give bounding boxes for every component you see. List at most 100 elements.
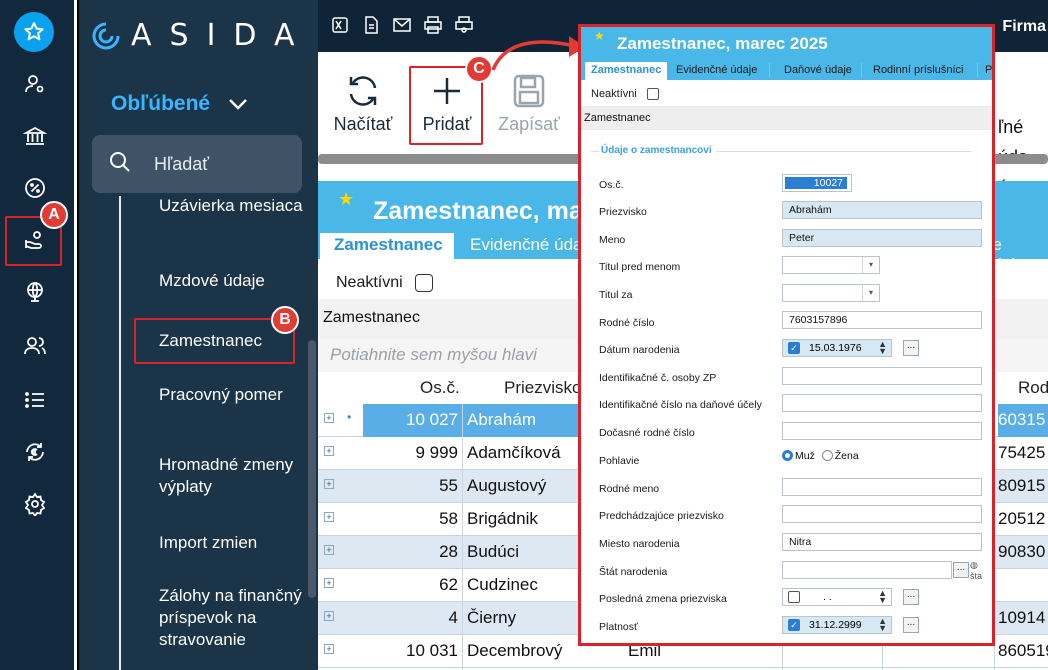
euro-cycle-icon[interactable] <box>13 434 57 470</box>
last-change-checkbox[interactable] <box>788 591 800 603</box>
cell-rc: 20512 <box>998 509 1046 528</box>
cell-osc: 28 <box>439 542 458 561</box>
validity-value: 31.12.2999 <box>809 619 862 631</box>
birth-state-picker-button[interactable]: ... <box>953 562 969 578</box>
document-icon[interactable] <box>361 15 381 35</box>
validity-checkbox[interactable]: ✓ <box>788 619 800 631</box>
chevron-down-icon <box>228 94 248 115</box>
cell-osc: 62 <box>439 575 458 594</box>
dialog-inactive-label: Neaktívni <box>591 88 637 100</box>
dialog-tab-partial[interactable]: P <box>985 64 992 76</box>
list-icon[interactable] <box>13 382 57 418</box>
dialog-inactive-filter[interactable]: Neaktívni <box>591 88 659 100</box>
print-preview-icon[interactable] <box>454 15 474 35</box>
menu-item-import-zmien[interactable]: Import zmien <box>159 532 309 554</box>
star-icon[interactable]: ★ <box>338 189 354 210</box>
globe-icon[interactable] <box>13 274 57 310</box>
favorites-label: Obľúbené <box>111 92 211 115</box>
col-header-osc[interactable]: Os.č. <box>420 378 460 398</box>
spinner-icon[interactable]: ▲ ▼ <box>878 340 887 356</box>
name-field[interactable]: Peter <box>782 229 982 247</box>
spinner-icon[interactable]: ▲ ▼ <box>878 617 887 633</box>
chevron-down-icon: ▾ <box>862 257 879 273</box>
birth-place-field[interactable]: Nitra <box>782 533 982 551</box>
label-birth-date: Dátum narodenia <box>599 344 680 356</box>
title-after-select[interactable]: ▾ <box>782 284 880 302</box>
label-birth-place: Miesto narodenia <box>599 538 680 550</box>
refresh-button[interactable]: Načítať <box>323 74 403 135</box>
tax-id-field[interactable] <box>782 394 982 412</box>
nav-scrollbar[interactable] <box>308 340 316 598</box>
last-change-picker-button[interactable]: ... <box>903 589 919 605</box>
dialog-section-label: Údaje o zamestnancovi <box>601 145 712 156</box>
dialog-tab-danove[interactable]: Daňové údaje <box>784 64 852 76</box>
dialog-tab-zamestnanec[interactable]: Zamestnanec <box>585 62 668 80</box>
dialog-inactive-checkbox[interactable] <box>646 88 659 100</box>
rc-field[interactable]: 7603157896 <box>782 311 982 329</box>
inactive-label: Neaktívni <box>336 274 403 291</box>
menu-item-uzavierka[interactable]: Uzávierka mesiaca <box>159 195 309 217</box>
mail-icon[interactable] <box>392 15 412 35</box>
cell-surname: Cudzinec <box>467 575 538 594</box>
gear-icon[interactable] <box>13 486 57 522</box>
label-birth-state: Štát narodenia <box>599 566 668 578</box>
excel-icon[interactable] <box>330 15 350 35</box>
birth-date-picker-button[interactable]: ... <box>903 340 919 356</box>
employee-dialog: ★ Zamestnanec, marec 2025 Zamestnanec Ev… <box>578 24 995 646</box>
title-before-select[interactable]: ▾ <box>782 256 880 274</box>
cell-surname: Augustový <box>467 476 547 495</box>
prev-surname-field[interactable] <box>782 505 982 523</box>
tab-zamestnanec[interactable]: Zamestnanec <box>320 233 454 259</box>
surname-field[interactable]: Abrahám <box>782 201 982 219</box>
menu-item-pracovny-pomer[interactable]: Pracovný pomer <box>159 384 309 406</box>
gender-male-radio[interactable]: Muž <box>782 450 815 462</box>
label-title-before: Titul pred menom <box>599 261 681 273</box>
dialog-tab-evidencne[interactable]: Evidenčné údaje <box>676 64 757 76</box>
birth-state-field[interactable] <box>782 561 952 579</box>
user-settings-icon[interactable] <box>13 66 57 102</box>
zp-id-field[interactable] <box>782 367 982 385</box>
label-title-after: Titul za <box>599 289 633 301</box>
validity-date-field[interactable]: ✓ 31.12.2999 ▲ ▼ <box>782 616 892 634</box>
search-input[interactable]: Hľadať <box>92 135 302 193</box>
print-icon[interactable] <box>423 15 443 35</box>
birth-date-field[interactable]: ✓ 15.03.1976 ▲ ▼ <box>782 339 892 357</box>
osc-field[interactable]: 10027 <box>782 174 852 192</box>
bank-icon[interactable] <box>13 118 57 154</box>
annotation-box-b <box>134 318 295 364</box>
inactive-filter[interactable]: Neaktívni <box>336 274 433 292</box>
cell-rc: 90830 <box>998 542 1046 561</box>
inactive-checkbox[interactable] <box>414 274 433 292</box>
dialog-group-header: Zamestnanec <box>581 106 992 130</box>
search-icon <box>108 150 132 179</box>
col-header-rc[interactable]: Rod <box>1018 378 1048 398</box>
save-button[interactable]: Zapísať <box>489 74 569 135</box>
users-icon[interactable] <box>13 328 57 364</box>
last-change-date-field[interactable]: . . ▲ ▼ <box>782 588 892 606</box>
label-last-change: Posledná zmena priezviska <box>599 593 727 605</box>
spinner-icon[interactable]: ▲ ▼ <box>878 589 887 605</box>
label-validity: Platnosť <box>599 621 638 633</box>
menu-item-zalohy[interactable]: Zálohy na finančný príspevok na stravova… <box>159 585 309 651</box>
menu-item-mzdove-udaje[interactable]: Mzdové údaje <box>159 270 309 292</box>
birth-date-checkbox[interactable]: ✓ <box>788 342 800 354</box>
birth-state-suffix: ◍ šta <box>970 560 983 581</box>
favorites-toggle[interactable]: Obľúbené <box>111 92 248 116</box>
menu-item-hromadne-zmeny[interactable]: Hromadné zmeny výplaty <box>159 454 309 498</box>
col-header-surname[interactable]: Priezvisko <box>504 378 581 398</box>
tab-evidencne[interactable]: Evidenčné úda <box>470 235 582 255</box>
firma-label[interactable]: Firma <box>1002 18 1046 36</box>
dialog-tab-rodinni[interactable]: Rodinní príslušníci <box>873 64 964 76</box>
favorites-star-icon[interactable] <box>14 12 54 52</box>
validity-picker-button[interactable]: ... <box>903 617 919 633</box>
annotation-badge-a: A <box>40 201 68 229</box>
temp-rc-field[interactable] <box>782 422 982 440</box>
chevron-down-icon: ▾ <box>862 285 879 301</box>
cell-surname: Abrahám <box>467 410 536 429</box>
star-icon[interactable]: ★ <box>594 29 605 43</box>
gender-female-radio[interactable]: Žena <box>821 450 859 462</box>
cell-rc: 80915 <box>998 476 1046 495</box>
birth-name-field[interactable] <box>782 478 982 496</box>
cell-osc: 58 <box>439 509 458 528</box>
globe-icon[interactable]: ◍ <box>970 560 978 570</box>
